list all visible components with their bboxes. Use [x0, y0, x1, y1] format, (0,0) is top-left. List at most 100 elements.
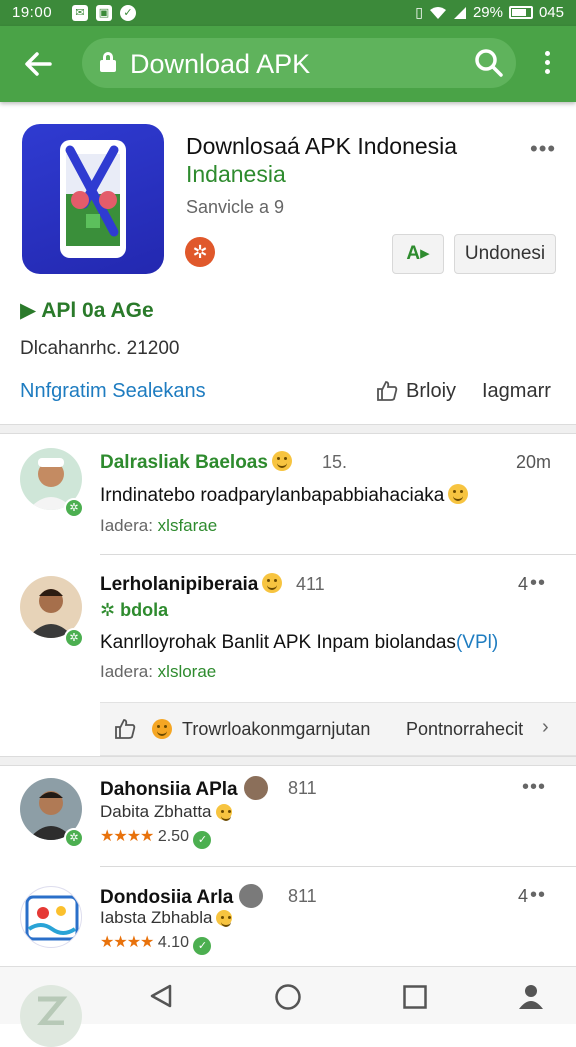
rating-stars: ★★★★	[100, 828, 154, 845]
check-icon: ✓	[120, 5, 136, 21]
related-overflow-button[interactable]: •••	[522, 776, 546, 799]
comment-sub-value[interactable]: xlsfarae	[158, 516, 218, 535]
smile-emoji-icon	[271, 451, 292, 471]
api-level-text: APl 0a AGe	[41, 299, 154, 322]
related-sub: Iabsta Zbhabla	[100, 908, 233, 928]
install-button[interactable]: A▸	[392, 234, 444, 274]
thumbs-up-icon[interactable]	[376, 380, 398, 402]
related-name[interactable]: Dondosiia Arla	[100, 884, 264, 909]
verified-badge-icon: ✲	[64, 628, 84, 648]
related-sub: Dabita Zbhatta	[100, 802, 232, 822]
rating-stars: ★★★★	[100, 934, 154, 951]
comment-username-text: Dalrasliak Baeloas	[100, 452, 268, 473]
language-button[interactable]: Undonesi	[454, 234, 556, 274]
comment-username-text: Lerholanipiberaia	[100, 574, 259, 595]
wifi-icon	[429, 6, 446, 19]
comment-count: 411	[296, 574, 325, 594]
comment-sub: Iadera: xlslorae	[100, 662, 216, 682]
url-bar[interactable]: Download APK	[82, 38, 516, 88]
avatar[interactable]	[20, 886, 82, 948]
comment-overflow-button[interactable]: ••	[530, 572, 546, 595]
app-name: Downlosaá APK Indonesia	[186, 133, 458, 159]
section-divider	[0, 424, 576, 434]
like-button[interactable]: Brloiy	[406, 380, 456, 403]
verified-badge-icon: ✲	[64, 828, 84, 848]
thumbs-up-icon[interactable]	[114, 718, 136, 740]
home-nav-icon[interactable]	[274, 983, 302, 1011]
play-icon: ▶	[20, 299, 42, 322]
smile-emoji-icon	[262, 573, 283, 593]
battery-percent: 29%	[472, 4, 503, 21]
mini-avatar	[243, 776, 268, 800]
system-nav-bar	[0, 966, 576, 1047]
comment-sub-value[interactable]: xlslorae	[158, 662, 217, 681]
share-button[interactable]: Iagmarr	[482, 380, 551, 403]
comment-text: Kanrlloyrohak Banlit APK Inpam biolandas…	[100, 632, 498, 654]
reply-label[interactable]: Trowrloakonmgarnjutan	[182, 719, 370, 740]
vibrate-icon: ▯	[415, 4, 423, 20]
related-sub-text: Dabita Zbhatta	[100, 802, 212, 821]
comment-username[interactable]: Lerholanipiberaia	[100, 573, 283, 596]
card-overflow-button[interactable]: •••	[530, 136, 556, 162]
comment-text-body: Irndinatebo roadparylanbapabbiahaciaka	[100, 485, 445, 506]
status-bar: 19:00 ✉ ▣ ✓ ▯ 29% 045	[0, 0, 576, 26]
mini-avatar	[239, 884, 264, 908]
related-sub-text: Iabsta Zbhabla	[100, 908, 213, 927]
comment-username[interactable]: Dalrasliak Baeloas	[100, 451, 292, 474]
wow-emoji-icon	[152, 719, 172, 739]
developer-badge-icon: ✲	[185, 237, 215, 267]
battery-icon	[508, 6, 533, 19]
verified-badge-icon: ✲	[64, 498, 84, 518]
notification-icon: ✉	[72, 5, 88, 21]
signal-icon	[453, 6, 466, 19]
app-logo-icon	[25, 895, 79, 941]
comment-count: 15.	[322, 452, 348, 472]
related-name[interactable]: Dahonsiia APla	[100, 776, 268, 801]
related-time: 4	[518, 886, 529, 906]
back-button[interactable]	[18, 44, 58, 84]
related-count: 811	[288, 778, 317, 798]
recents-nav-icon[interactable]	[402, 984, 428, 1010]
related-rating: ★★★★ 2.50 ✓	[100, 826, 212, 849]
reply-more[interactable]: Pontnorrahecit	[406, 719, 523, 740]
comment-text-body: Kanrlloyrohak Banlit APK Inpam biolandas	[100, 632, 456, 653]
comment-tag: ✲ bdola	[100, 600, 169, 620]
back-nav-icon[interactable]	[148, 983, 174, 1009]
profile-nav-icon[interactable]	[516, 981, 546, 1011]
comment-sub-label: Iadera:	[100, 516, 153, 535]
smile-emoji-icon	[448, 484, 469, 504]
related-overflow-button[interactable]: ••	[530, 884, 546, 907]
related-name-text: Dahonsiia APla	[100, 779, 238, 800]
smile-emoji-icon	[216, 910, 233, 927]
verified-badge-icon: ✓	[193, 937, 212, 955]
app-bar: Download APK	[0, 26, 576, 102]
comment-time: 20m	[516, 452, 552, 472]
api-level: ▶ APl 0a AGe	[20, 298, 154, 323]
app-meta: Sanvicle a 9	[186, 197, 285, 217]
comment-link[interactable]: (VPl)	[456, 632, 498, 653]
comment-sub-label: Iadera:	[100, 662, 153, 681]
search-button[interactable]	[474, 48, 504, 78]
comment-sub: Iadera: xlsfarae	[100, 516, 217, 536]
related-count: 811	[288, 886, 317, 906]
status-time: 19:00	[12, 4, 53, 21]
reply-bar[interactable]: Trowrloakonmgarnjutan Pontnorrahecit ›	[100, 702, 576, 756]
app-logo-icon	[36, 996, 68, 1026]
divider	[100, 554, 576, 555]
status-clock-right: 045	[538, 4, 564, 21]
chevron-right-icon[interactable]: ›	[542, 716, 549, 739]
rating-value: 2.50	[157, 828, 189, 845]
smile-emoji-icon	[215, 804, 232, 821]
phone-icon	[60, 140, 126, 258]
overflow-menu-button[interactable]	[532, 48, 562, 82]
related-rating: ★★★★ 4.10 ✓	[100, 932, 212, 955]
photo-icon: ▣	[96, 5, 112, 21]
related-name-text: Dondosiia Arla	[100, 887, 234, 908]
fab-button[interactable]	[20, 985, 82, 1047]
app-icon[interactable]	[22, 124, 164, 274]
arrow-left-icon	[25, 52, 52, 76]
app-developer[interactable]: Indanesia	[186, 161, 286, 188]
search-icon	[475, 49, 503, 77]
comment-text: Irndinatebo roadparylanbapabbiahaciaka	[100, 484, 469, 507]
info-link[interactable]: Nnfgratim Sealekans	[20, 380, 206, 403]
